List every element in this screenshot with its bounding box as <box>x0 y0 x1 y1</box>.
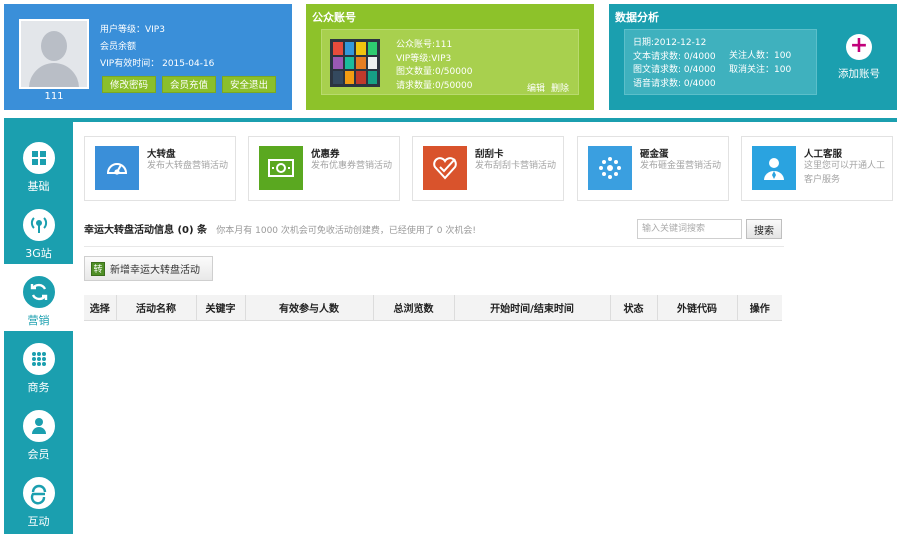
col-participants: 有效参与人数 <box>244 295 373 321</box>
burst-icon <box>588 146 632 190</box>
card-big-wheel[interactable]: 大转盘 发布大转盘营销活动 <box>84 136 236 201</box>
sidebar-label: 会员 <box>27 448 50 461</box>
search-button[interactable]: 搜索 <box>746 219 782 239</box>
col-keyword: 关键字 <box>195 295 245 321</box>
graphic-count: 图文数量:0/50000 <box>396 67 473 77</box>
vip-expiry: VIP有效时间： 2015-04-16 <box>100 59 215 69</box>
recharge-button[interactable]: 会员充值 <box>162 76 217 93</box>
member-balance: 会员余额 <box>100 42 137 52</box>
activity-info-note: 你本月有 1000 次机会可免收活动创建费，已经使用了 0 次机会! <box>216 226 476 236</box>
header-divider <box>4 118 897 122</box>
card-golden-egg[interactable]: 砸金蛋 发布砸金蛋营销活动 <box>577 136 729 201</box>
sidebar-label: 营销 <box>27 314 50 327</box>
heart-check-icon <box>423 146 467 190</box>
sidebar-item-basic[interactable]: 基础 <box>4 130 73 197</box>
stats-card: 日期:2012-12-12 文本请求数: 0/4000 图文请求数: 0/400… <box>624 29 817 95</box>
follower-count: 关注人数：100 <box>729 51 792 61</box>
col-actions: 操作 <box>736 295 782 321</box>
account-thumbnail <box>330 39 380 87</box>
sidebar-item-marketing[interactable]: 营销 <box>4 264 73 331</box>
card-scratch-card[interactable]: 刮刮卡 发布刮刮卡营销活动 <box>412 136 564 201</box>
sidebar-label: 3G站 <box>25 247 52 260</box>
table-header-row: 选择 活动名称 关键字 有效参与人数 总浏览数 开始时间/结束时间 状态 外链代… <box>84 295 782 321</box>
data-analysis-panel: 数据分析 日期:2012-12-12 文本请求数: 0/4000 图文请求数: … <box>609 4 897 110</box>
sidebar-label: 商务 <box>27 381 50 394</box>
plus-circle-icon: + <box>846 34 872 60</box>
sidebar-item-3g-site[interactable]: 3G站 <box>4 197 73 264</box>
user-level: 用户等级：VIP3 <box>100 25 165 35</box>
col-link-code: 外链代码 <box>656 295 737 321</box>
account-name: 公众账号:111 <box>396 40 453 50</box>
sidebar-item-member[interactable]: 会员 <box>4 398 73 465</box>
text-request-count: 文本请求数: 0/4000 <box>633 51 716 62</box>
unfollow-count: 取消关注：100 <box>729 64 792 75</box>
account-vip: VIP等级:VIP3 <box>396 53 452 64</box>
user-panel: 111 用户等级：VIP3 会员余额 VIP有效时间： 2015-04-16 修… <box>4 4 292 110</box>
add-account-button[interactable]: + 添加账号 <box>829 34 889 81</box>
coupon-icon <box>259 146 303 190</box>
sidebar-item-business[interactable]: 商务 <box>4 331 73 398</box>
col-select: 选择 <box>84 295 116 321</box>
refresh-icon <box>22 276 55 308</box>
activity-info-title: 幸运大转盘活动信息 (0) 条 <box>84 225 208 236</box>
col-time-range: 开始时间/结束时间 <box>453 295 610 321</box>
grid-icon <box>22 142 55 174</box>
card-coupon[interactable]: 优惠券 发布优惠券营销活动 <box>248 136 400 201</box>
signal-icon <box>22 209 55 241</box>
agent-icon <box>752 146 796 190</box>
logout-button[interactable]: 安全退出 <box>222 76 277 93</box>
col-activity-name: 活动名称 <box>115 295 196 321</box>
add-activity-button[interactable]: 转 新增幸运大转盘活动 <box>84 256 213 281</box>
card-desc: 这里您可以开通人工客户服务 <box>804 161 886 185</box>
sidebar-item-interaction[interactable]: 互动 <box>4 465 73 532</box>
col-total-views: 总浏览数 <box>372 295 454 321</box>
search-input[interactable] <box>637 219 742 239</box>
voice-request-count: 语音请求数: 0/4000 <box>633 78 716 89</box>
stats-panel-title: 数据分析 <box>615 11 659 24</box>
browser-icon <box>22 477 55 509</box>
activity-info: 幸运大转盘活动信息 (0) 条 你本月有 1000 次机会可免收活动创建费，已经… <box>84 221 476 236</box>
card-title: 刮刮卡 <box>475 149 504 160</box>
account-card: 公众账号:111 VIP等级:VIP3 图文数量:0/50000 请求数量:0/… <box>321 29 579 95</box>
delete-link[interactable]: 删除 <box>551 81 569 94</box>
card-title: 人工客服 <box>804 149 843 160</box>
username: 111 <box>44 91 64 102</box>
avatar[interactable] <box>19 19 89 89</box>
card-title: 优惠券 <box>311 149 340 160</box>
add-account-label: 添加账号 <box>838 68 880 80</box>
card-title: 砸金蛋 <box>640 149 669 160</box>
graphic-request-count: 图文请求数: 0/4000 <box>633 65 716 75</box>
add-icon: 转 <box>91 261 105 276</box>
card-desc: 发布大转盘营销活动 <box>147 161 229 171</box>
request-count: 请求数量:0/50000 <box>396 80 473 91</box>
add-activity-label: 新增幸运大转盘活动 <box>110 265 200 276</box>
col-status: 状态 <box>609 295 657 321</box>
activity-table: 选择 活动名称 关键字 有效参与人数 总浏览数 开始时间/结束时间 状态 外链代… <box>84 295 782 321</box>
card-title: 大转盘 <box>147 149 176 160</box>
account-panel-title: 公众账号 <box>312 11 356 24</box>
sidebar-label: 基础 <box>27 180 50 193</box>
sidebar: 基础 3G站 营销 商务 会员 互动 <box>4 122 73 534</box>
sidebar-label: 互动 <box>27 515 50 528</box>
card-desc: 发布优惠券营销活动 <box>311 161 393 171</box>
stats-date: 日期:2012-12-12 <box>633 38 707 48</box>
change-password-button[interactable]: 修改密码 <box>102 76 157 93</box>
card-customer-service[interactable]: 人工客服 这里您可以开通人工客户服务 <box>741 136 893 201</box>
user-icon <box>22 410 55 442</box>
dial-icon <box>95 146 139 190</box>
edit-link[interactable]: 编辑 <box>527 81 545 94</box>
dots-icon <box>22 343 55 375</box>
section-divider <box>84 246 784 247</box>
card-desc: 发布砸金蛋营销活动 <box>640 161 722 171</box>
card-desc: 发布刮刮卡营销活动 <box>475 161 557 171</box>
public-account-panel: 公众账号 公众账号:111 VIP等级:VIP3 图文数量:0/50000 请求… <box>306 4 594 110</box>
